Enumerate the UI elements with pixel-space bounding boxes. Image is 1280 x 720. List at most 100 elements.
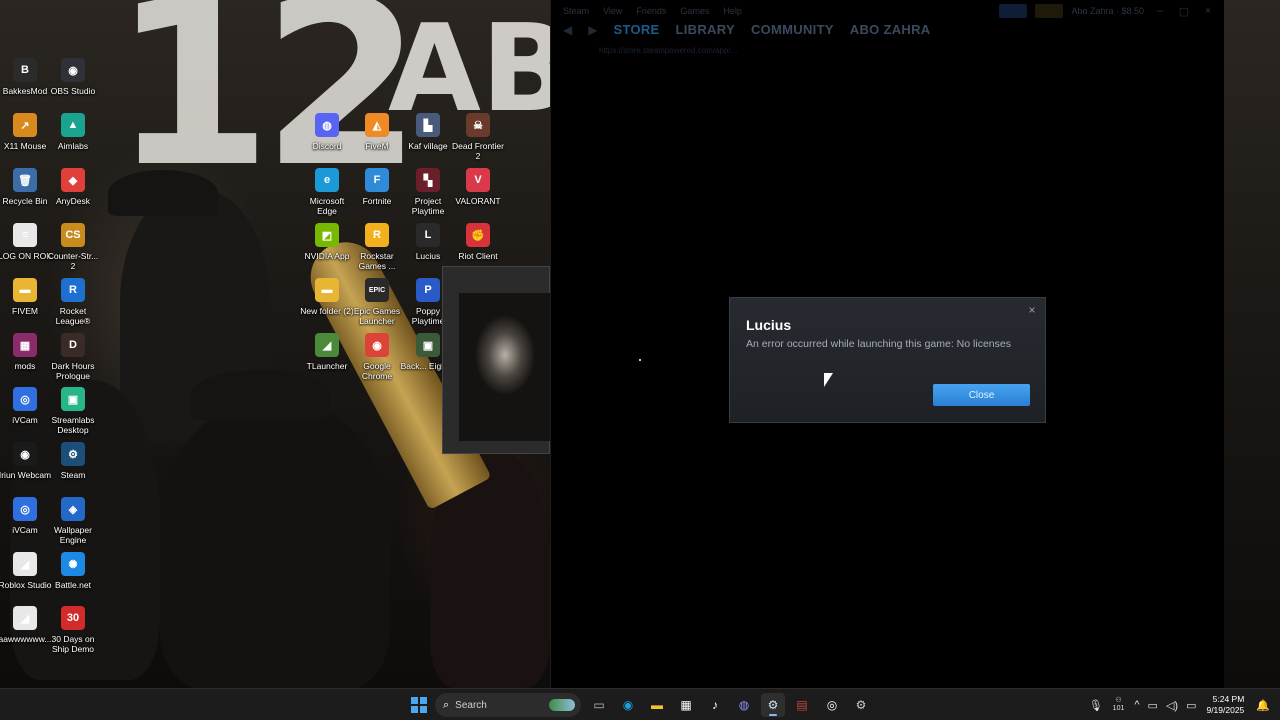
close-button[interactable]: Close xyxy=(933,384,1030,406)
desktop-icon[interactable]: EPIC Epic Games Launcher xyxy=(349,278,405,326)
tab-profile[interactable]: ABO ZAHRA xyxy=(850,22,931,37)
desktop-icon-label: Lucius xyxy=(415,251,441,261)
app-icon: ◍ xyxy=(315,113,339,137)
desktop-icon-label: FIVEM xyxy=(12,306,38,316)
microphone-icon[interactable]: 🎙 xyxy=(1089,699,1103,712)
back-arrow-icon[interactable]: ◀ xyxy=(563,23,572,37)
app-icon: B xyxy=(13,58,37,82)
app-icon: ◎ xyxy=(13,387,37,411)
steam-menu-item[interactable]: Help xyxy=(723,6,742,16)
desktop-icon[interactable]: ✺ Battle.net xyxy=(45,552,101,590)
desktop-icon-label: 30 Days on Ship Demo xyxy=(51,634,95,654)
desktop-icon[interactable]: ☠ Dead Frontier 2 xyxy=(450,113,506,161)
steam-menu-item[interactable]: Games xyxy=(680,6,709,16)
steam-url-bar[interactable]: https://store.steampowered.com/app/... xyxy=(599,46,737,55)
desktop-icon[interactable]: ◢ TLauncher xyxy=(299,333,355,371)
taskbar: ⌕ Search ▭ ◉ ▬ ▦ ♪ ◍ ⚙ ▤ ◎ ⚙ 🎙 ⚇ 101 ^ ▭ … xyxy=(0,688,1280,720)
desktop-icon[interactable]: R Rockstar Games ... xyxy=(349,223,405,271)
desktop-icon-label: AnyDesk xyxy=(55,196,90,206)
app-icon: ✊ xyxy=(466,223,490,247)
store-icon[interactable]: ▦ xyxy=(674,693,698,717)
obs-icon[interactable]: ◎ xyxy=(820,693,844,717)
app-icon: P xyxy=(416,278,440,302)
desktop-icon[interactable]: D Dark Hours Prologue xyxy=(45,333,101,381)
active-indicator xyxy=(769,714,777,716)
desktop-icon[interactable]: ◩ NVIDIA App xyxy=(299,223,355,261)
desktop-icon-label: aawwwwww... xyxy=(0,634,52,644)
forward-arrow-icon[interactable]: ▶ xyxy=(588,23,597,37)
tab-store[interactable]: STORE xyxy=(613,22,659,37)
desktop-icon[interactable]: ✊ Riot Client xyxy=(450,223,506,261)
desktop-icon-label: mods xyxy=(14,361,36,371)
desktop-icon[interactable]: ▚ Project Playtime xyxy=(400,168,456,216)
winrar-icon[interactable]: ▤ xyxy=(790,693,814,717)
broadcast-icon[interactable] xyxy=(999,4,1028,18)
start-button[interactable] xyxy=(407,693,431,717)
app-icon: ▣ xyxy=(61,387,85,411)
tab-library[interactable]: LIBRARY xyxy=(676,22,735,37)
temperature-indicator[interactable]: ⚇ 101 xyxy=(1113,697,1125,713)
desktop-icon[interactable]: ▙ Kaf village xyxy=(400,113,456,151)
desktop-icon[interactable]: e Microsoft Edge xyxy=(299,168,355,216)
temperature-value: 101 xyxy=(1112,705,1125,712)
desktop-icon[interactable]: ▲ Aimlabs xyxy=(45,113,101,151)
volume-icon[interactable]: ◁) xyxy=(1166,699,1178,712)
steam-menu-item[interactable]: View xyxy=(603,6,622,16)
desktop-icon[interactable]: F Fortnite xyxy=(349,168,405,206)
app-icon: ◉ xyxy=(61,58,85,82)
edge-icon[interactable]: ◉ xyxy=(616,693,640,717)
battery-icon[interactable]: ▭ xyxy=(1186,699,1196,712)
desktop-icon[interactable]: L Lucius xyxy=(400,223,456,261)
desktop-icon-label: VALORANT xyxy=(455,196,501,206)
close-icon[interactable]: × xyxy=(1025,303,1039,317)
tiktok-icon[interactable]: ♪ xyxy=(703,693,727,717)
close-window-icon[interactable]: × xyxy=(1200,5,1216,17)
desktop-icon[interactable]: ◭ FiveM xyxy=(349,113,405,151)
desktop-icon[interactable]: ▬ New folder (2) xyxy=(299,278,355,316)
desktop-icon[interactable]: ◉ OBS Studio xyxy=(45,58,101,96)
desktop-icon[interactable]: R Rocket League® xyxy=(45,278,101,326)
desktop-icon[interactable]: ◈ Wallpaper Engine xyxy=(45,497,101,545)
steam-user-account[interactable]: Abo Zahra · $8.50 xyxy=(1071,6,1144,16)
app-icon: ↗ xyxy=(13,113,37,137)
desktop-icon[interactable]: ◆ AnyDesk xyxy=(45,168,101,206)
app-icon: R xyxy=(61,278,85,302)
desktop-icon[interactable]: ▣ Streamlabs Desktop xyxy=(45,387,101,435)
desktop-icon[interactable]: 30 30 Days on Ship Demo xyxy=(45,606,101,654)
app-icon: ≡ xyxy=(13,223,37,247)
desktop-icon-label: Dead Frontier 2 xyxy=(452,141,504,161)
minimize-icon[interactable]: – xyxy=(1152,5,1168,17)
desktop-icon[interactable]: ⚙ Steam xyxy=(45,442,101,480)
file-explorer-icon[interactable]: ▬ xyxy=(645,693,669,717)
desktop-icon[interactable]: CS Counter-Str... 2 xyxy=(45,223,101,271)
app-icon: e xyxy=(315,168,339,192)
system-tray: 🎙 ⚇ 101 ^ ▭ ◁) ▭ 5:24 PM 9/19/2025 🔔 xyxy=(1085,689,1280,720)
steam-taskbar-icon[interactable]: ⚙ xyxy=(761,693,785,717)
settings-icon[interactable]: ⚙ xyxy=(849,693,873,717)
desktop-icon-label: Riot Client xyxy=(458,251,498,261)
notification-icon[interactable] xyxy=(1035,4,1064,18)
task-view-icon[interactable]: ▭ xyxy=(587,693,611,717)
discord-icon[interactable]: ◍ xyxy=(732,693,756,717)
desktop-icon-label: FiveM xyxy=(365,141,389,151)
mouse-cursor xyxy=(824,373,833,387)
desktop-icon-label: Google Chrome xyxy=(361,361,393,381)
steam-menu-item[interactable]: Friends xyxy=(636,6,666,16)
steam-menu-item[interactable]: Steam xyxy=(563,6,589,16)
steam-menu: Steam View Friends Games Help xyxy=(563,6,742,16)
taskbar-search[interactable]: ⌕ Search xyxy=(435,693,581,717)
desktop-icon[interactable]: ◍ Discord xyxy=(299,113,355,151)
desktop-icon-label: OBS Studio xyxy=(50,86,96,96)
desktop-icon[interactable]: V VALORANT xyxy=(450,168,506,206)
desktop-icon-label: TLauncher xyxy=(306,361,348,371)
network-icon[interactable]: ▭ xyxy=(1148,699,1158,712)
desktop-icon[interactable]: ◉ Google Chrome xyxy=(349,333,405,381)
desktop-icon-label: Project Playtime xyxy=(411,196,445,216)
dialog-message: An error occurred while launching this g… xyxy=(746,338,1011,350)
maximize-icon[interactable]: ▢ xyxy=(1176,5,1192,18)
notification-bell-icon[interactable]: 🔔 xyxy=(1256,699,1270,712)
tab-community[interactable]: COMMUNITY xyxy=(751,22,834,37)
app-icon: ☠ xyxy=(466,113,490,137)
chevron-up-icon[interactable]: ^ xyxy=(1134,699,1139,711)
clock[interactable]: 5:24 PM 9/19/2025 xyxy=(1206,694,1244,716)
